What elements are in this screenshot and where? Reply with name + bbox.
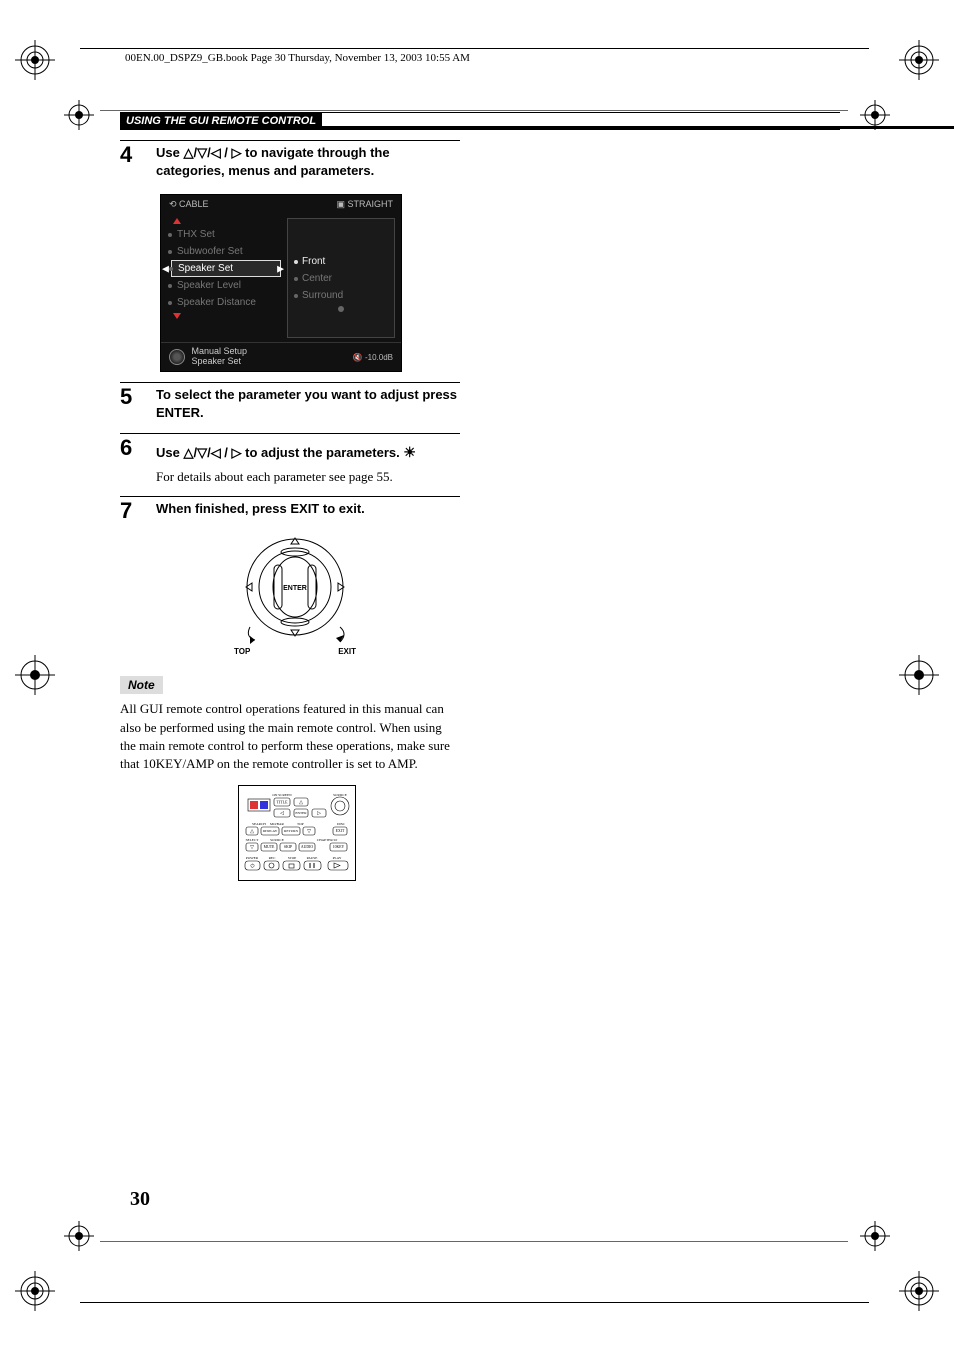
svg-text:MO/BAR: MO/BAR	[270, 822, 284, 826]
svg-text:▽: ▽	[250, 845, 254, 851]
step-text: Use △/▽/◁ / ▷ to adjust the parameters. …	[156, 437, 460, 487]
svg-text:REC: REC	[269, 856, 276, 860]
crosshair-icon	[64, 100, 94, 130]
regmark-icon	[15, 655, 55, 695]
step-number: 5	[120, 386, 142, 422]
tip-icon: ☀	[403, 443, 416, 463]
list-item: Speaker Distance	[171, 294, 281, 311]
svg-text:10KEY: 10KEY	[333, 845, 345, 849]
svg-text:◁: ◁	[280, 811, 284, 817]
svg-text:EXIT: EXIT	[336, 829, 345, 833]
svg-text:POWER: POWER	[246, 856, 259, 860]
crop-line	[80, 48, 869, 49]
remote-diagram: ON SCREEN SOURCE TITLE △ ◁ ENTER ▷ SEARC…	[238, 785, 356, 881]
svg-text:ON SCREEN: ON SCREEN	[272, 793, 292, 797]
list-item: THX Set	[171, 226, 281, 243]
gui-screenshot: ⟲ CABLE ▣ STRAIGHT THX Set Subwoofer Set…	[160, 194, 402, 372]
list-item: Subwoofer Set	[171, 243, 281, 260]
svg-text:△: △	[250, 829, 254, 835]
note-label: Note	[120, 676, 163, 694]
step-6: 6 Use △/▽/◁ / ▷ to adjust the parameters…	[120, 433, 460, 487]
exit-button-label: EXIT	[338, 647, 356, 656]
page-header: 00EN.00_DSPZ9_GB.book Page 30 Thursday, …	[125, 52, 470, 64]
list-item: Center	[294, 270, 388, 287]
list-item-selected: ◀Speaker Set▶	[171, 260, 281, 277]
regmark-icon	[899, 655, 939, 695]
svg-text:SOURCE: SOURCE	[333, 793, 347, 797]
scroll-indicator-icon	[338, 306, 344, 312]
svg-text:TITLE: TITLE	[276, 800, 288, 805]
section-header: USING THE GUI REMOTE CONTROL	[120, 112, 840, 130]
svg-text:SEARCH: SEARCH	[252, 822, 266, 826]
regmark-icon	[15, 1271, 55, 1311]
step-number: 7	[120, 500, 142, 522]
step-text: To select the parameter you want to adju…	[156, 386, 460, 422]
svg-text:DISPLAY: DISPLAY	[263, 829, 278, 833]
svg-text:RETURN: RETURN	[284, 829, 298, 833]
svg-text:▷: ▷	[317, 811, 321, 817]
svg-text:CHAPTER/10: CHAPTER/10	[317, 838, 338, 842]
dpad-diagram: ENTER TOP EXIT	[230, 532, 360, 652]
svg-text:TOP: TOP	[297, 822, 304, 826]
crosshair-icon	[64, 1221, 94, 1251]
svg-text:PAUSE: PAUSE	[307, 856, 318, 860]
svg-text:SOURCE: SOURCE	[270, 838, 284, 842]
note-text: All GUI remote control operations featur…	[120, 700, 460, 773]
svg-text:▽: ▽	[307, 829, 311, 835]
gui-mode: ▣ STRAIGHT	[336, 199, 393, 210]
gui-source: ⟲ CABLE	[169, 199, 209, 210]
svg-text:△: △	[299, 800, 303, 806]
step-number: 4	[120, 144, 142, 180]
regmark-icon	[15, 40, 55, 80]
list-item: Front	[294, 253, 388, 270]
step-text: When finished, press EXIT to exit.	[156, 500, 460, 522]
tip-text: For details about each parameter see pag…	[156, 468, 460, 486]
svg-text:STOP: STOP	[288, 856, 297, 860]
svg-text:SKIP: SKIP	[284, 845, 292, 849]
regmark-icon	[899, 40, 939, 80]
svg-text:⏻: ⏻	[251, 864, 255, 870]
svg-text:ENTER: ENTER	[295, 811, 307, 815]
enter-label: ENTER	[283, 585, 307, 592]
svg-text:DISC: DISC	[337, 822, 346, 826]
scroll-down-icon	[173, 313, 181, 319]
menu-icon	[169, 349, 185, 365]
regmark-icon	[899, 1271, 939, 1311]
step-5: 5 To select the parameter you want to ad…	[120, 382, 460, 422]
nav-arrows-icon: △/▽/◁ / ▷	[183, 145, 241, 160]
scroll-up-icon	[173, 218, 181, 224]
step-7: 7 When finished, press EXIT to exit.	[120, 496, 460, 522]
crop-line	[100, 110, 848, 111]
section-title: USING THE GUI REMOTE CONTROL	[120, 113, 322, 129]
breadcrumb: Manual Setup Speaker Set	[169, 347, 247, 367]
list-item: Surround	[294, 287, 388, 304]
crosshair-icon	[860, 1221, 890, 1251]
step-text: Use △/▽/◁ / ▷ to navigate through the ca…	[156, 144, 460, 180]
svg-text:SELECT: SELECT	[246, 838, 260, 842]
top-button-label: TOP	[234, 647, 250, 656]
page-number: 30	[130, 1188, 150, 1211]
volume-indicator: 🔇 -10.0dB	[353, 353, 393, 362]
crop-line	[100, 1241, 848, 1242]
list-item: Speaker Level	[171, 277, 281, 294]
nav-arrows-icon: △/▽/◁ / ▷	[183, 445, 241, 460]
svg-text:MUTE: MUTE	[264, 845, 275, 849]
step-number: 6	[120, 437, 142, 487]
step-4: 4 Use △/▽/◁ / ▷ to navigate through the …	[120, 140, 460, 180]
svg-text:PLAY: PLAY	[333, 856, 342, 860]
crop-line	[80, 1302, 869, 1303]
svg-text:AUDIO: AUDIO	[301, 845, 313, 849]
